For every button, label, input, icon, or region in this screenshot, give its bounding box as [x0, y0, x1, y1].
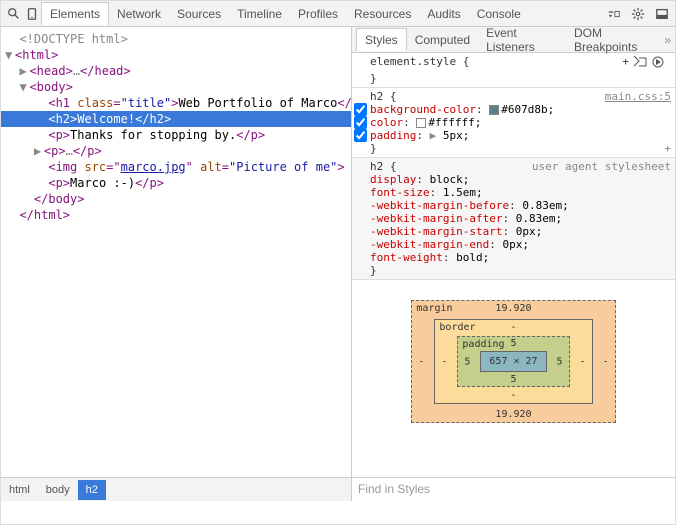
find-in-styles[interactable]: Find in Styles — [352, 477, 675, 501]
padding-right: 5 — [557, 356, 563, 367]
margin-left: - — [418, 356, 424, 367]
border-label: border — [439, 322, 475, 333]
breadcrumb: html body h2 — [1, 477, 351, 501]
prop-padding-checkbox[interactable] — [354, 129, 367, 142]
gear-icon[interactable] — [629, 5, 647, 23]
h2-selector: h2 { — [370, 90, 397, 103]
dom-tree[interactable]: <!DOCTYPE html> ▼<html> ▶<head>…</head> … — [1, 27, 351, 477]
tab-sources[interactable]: Sources — [169, 3, 229, 25]
close-brace: } — [370, 72, 671, 85]
source-link[interactable]: main.css:5 — [605, 90, 671, 103]
dom-html[interactable]: ▼<html> — [1, 47, 351, 63]
crumb-body[interactable]: body — [38, 480, 78, 500]
padding-left: 5 — [464, 356, 470, 367]
dom-html-close[interactable]: </html> — [1, 207, 351, 223]
more-icon[interactable]: » — [664, 33, 671, 47]
ua-label: user agent stylesheet — [532, 160, 671, 173]
h2-ua-selector: h2 { — [370, 160, 397, 173]
tab-profiles[interactable]: Profiles — [290, 3, 346, 25]
prop-bg-checkbox[interactable] — [354, 103, 367, 116]
dom-p2[interactable]: ▶<p>…</p> — [1, 143, 351, 159]
border-bottom: - — [510, 390, 516, 401]
tab-audits[interactable]: Audits — [419, 3, 468, 25]
dom-body[interactable]: ▼<body> — [1, 79, 351, 95]
dom-doctype[interactable]: <!DOCTYPE html> — [1, 31, 351, 47]
add-rule-icon[interactable]: + — [622, 55, 629, 72]
search-icon[interactable] — [5, 5, 23, 23]
main-css-section[interactable]: h2 {main.css:5 background-color: #607d8b… — [352, 88, 675, 158]
dom-h2-selected[interactable]: <h2>Welcome!</h2> — [1, 111, 351, 127]
dom-head[interactable]: ▶<head>…</head> — [1, 63, 351, 79]
dock-icon[interactable] — [653, 5, 671, 23]
close-brace: } — [370, 142, 377, 155]
tab-styles[interactable]: Styles — [356, 28, 407, 51]
crumb-html[interactable]: html — [1, 480, 38, 500]
dom-img[interactable]: <img src="marco.jpg" alt="Picture of me"… — [1, 159, 351, 175]
margin-label: margin — [416, 303, 452, 314]
styles-tabbar: Styles Computed Event Listeners DOM Brea… — [352, 27, 675, 53]
dom-body-close[interactable]: </body> — [1, 191, 351, 207]
padding-label: padding — [462, 339, 504, 350]
animations-icon[interactable] — [651, 55, 665, 72]
dom-p1[interactable]: <p>Thanks for stopping by.</p> — [1, 127, 351, 143]
content-size: 657 × 27 — [480, 351, 546, 372]
close-brace: } — [370, 264, 671, 277]
padding-bottom: 5 — [510, 374, 516, 385]
margin-top: 19.920 — [495, 303, 531, 314]
drawer-icon[interactable] — [605, 5, 623, 23]
tab-resources[interactable]: Resources — [346, 3, 419, 25]
border-right: - — [580, 356, 586, 367]
element-style-section[interactable]: element.style { + } — [352, 53, 675, 88]
border-left: - — [441, 356, 447, 367]
crumb-h2[interactable]: h2 — [78, 480, 106, 500]
add-prop-icon[interactable]: + — [664, 142, 671, 155]
border-top: - — [510, 322, 516, 333]
ua-stylesheet-section: h2 {user agent stylesheet display: block… — [352, 158, 675, 280]
device-icon[interactable] — [23, 5, 41, 23]
element-style-label: element.style { — [370, 55, 469, 72]
box-model: margin 19.920 19.920 - - border - - - - … — [352, 280, 675, 443]
tab-timeline[interactable]: Timeline — [229, 3, 290, 25]
dom-p3[interactable]: <p>Marco :-)</p> — [1, 175, 351, 191]
dom-h1[interactable]: <h1 class="title">Web Portfolio of Marco… — [1, 95, 351, 111]
padding-top: 5 — [510, 338, 516, 349]
tab-computed[interactable]: Computed — [407, 29, 478, 51]
margin-right: - — [603, 356, 609, 367]
toggle-state-icon[interactable] — [633, 55, 647, 72]
tab-elements[interactable]: Elements — [41, 2, 109, 25]
margin-bottom: 19.920 — [495, 409, 531, 420]
prop-color-checkbox[interactable] — [354, 116, 367, 129]
tab-network[interactable]: Network — [109, 3, 169, 25]
